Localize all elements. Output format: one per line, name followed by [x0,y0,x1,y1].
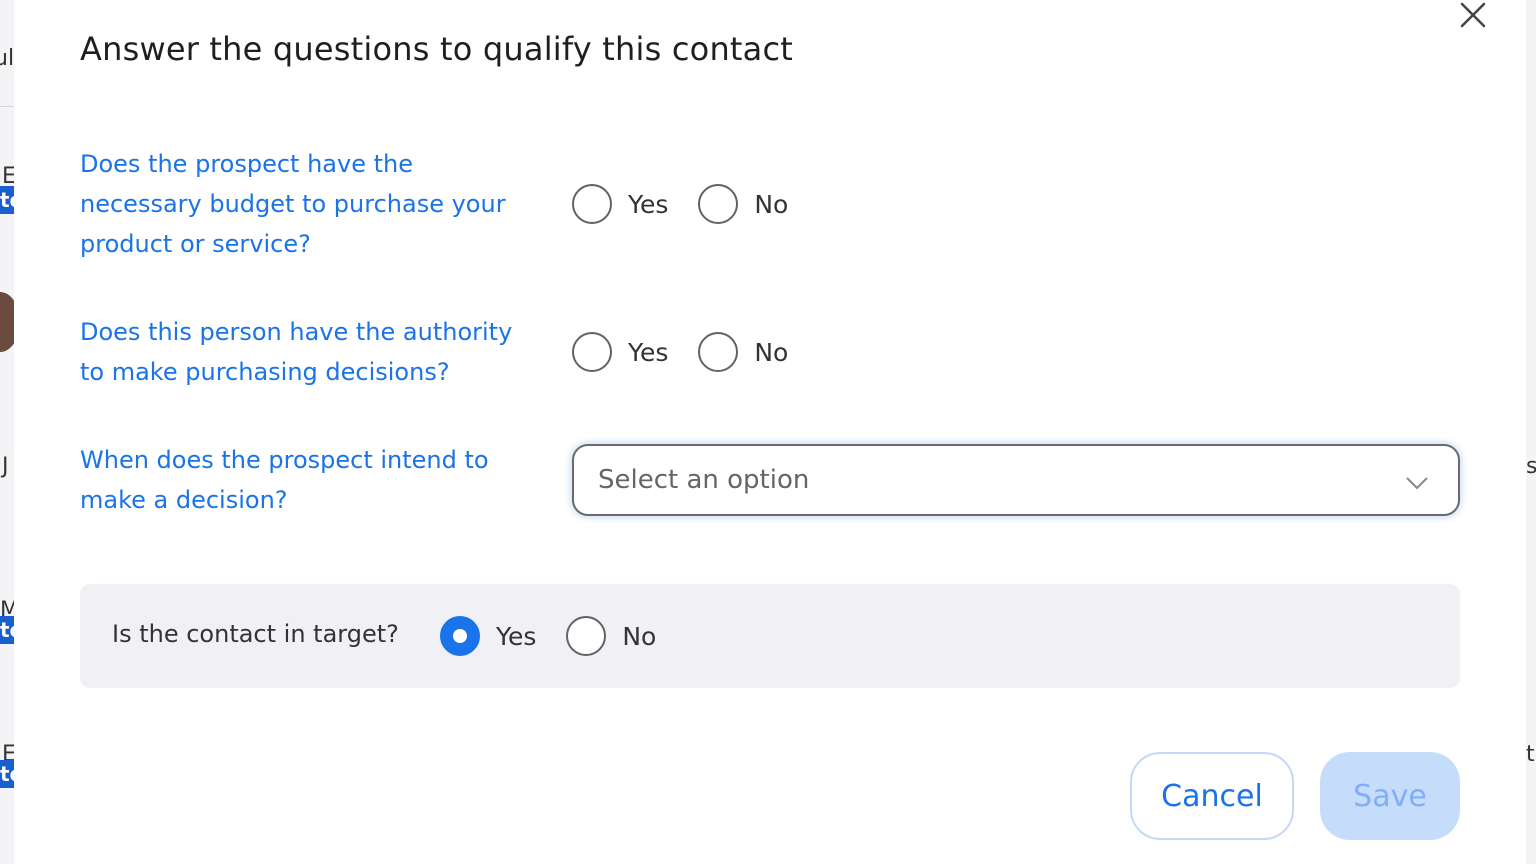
background-page-right: s t [1526,0,1536,864]
question-decision-timing: When does the prospect intend to make a … [80,446,489,514]
authority-yes-option[interactable]: Yes [572,332,668,372]
close-icon [1460,2,1486,28]
radio-label: No [754,337,789,367]
decision-timing-select[interactable]: Select an option [572,444,1460,516]
target-no-option[interactable]: No [566,616,656,656]
target-radio-group: Yes No [440,616,686,656]
target-section: Is the contact in target? Yes No [80,584,1460,688]
cancel-button[interactable]: Cancel [1130,752,1294,840]
question-budget: Does the prospect have the necessary bud… [80,150,506,258]
bg-text-fragment: t [1526,742,1535,767]
bg-avatar [0,292,14,352]
radio-button[interactable] [698,184,739,224]
radio-button[interactable] [698,332,739,372]
bg-text-fragment: J [2,454,9,479]
budget-no-option[interactable]: No [698,184,788,224]
radio-label: Yes [496,621,537,651]
bg-badge: to [0,616,14,644]
budget-radio-group: Yes No [572,184,818,224]
chevron-down-icon [1406,477,1428,490]
budget-yes-option[interactable]: Yes [572,184,668,224]
bg-text-fragment: ul [0,46,14,71]
bg-divider [0,106,14,107]
radio-label: No [622,621,657,651]
radio-button[interactable] [572,184,612,224]
radio-label: Yes [628,189,669,219]
target-question: Is the contact in target? [112,620,399,648]
bg-badge: to [0,760,14,788]
modal-title: Answer the questions to qualify this con… [80,30,794,68]
bg-badge: to [0,186,14,214]
radio-button-checked[interactable] [440,616,480,656]
question-authority: Does this person have the authority to m… [80,318,513,386]
select-placeholder: Select an option [598,465,810,495]
close-button[interactable] [1454,0,1490,32]
qualify-contact-modal: Answer the questions to qualify this con… [14,0,1526,864]
authority-radio-group: Yes No [572,332,818,372]
radio-label: No [754,189,789,219]
radio-label: Yes [628,337,669,367]
radio-button[interactable] [566,616,607,656]
bg-text-fragment: s [1526,454,1536,479]
authority-no-option[interactable]: No [698,332,788,372]
radio-button[interactable] [572,332,612,372]
background-page-left: ul E to J M to E to [0,0,14,864]
save-button[interactable]: Save [1320,752,1460,840]
target-yes-option[interactable]: Yes [440,616,536,656]
